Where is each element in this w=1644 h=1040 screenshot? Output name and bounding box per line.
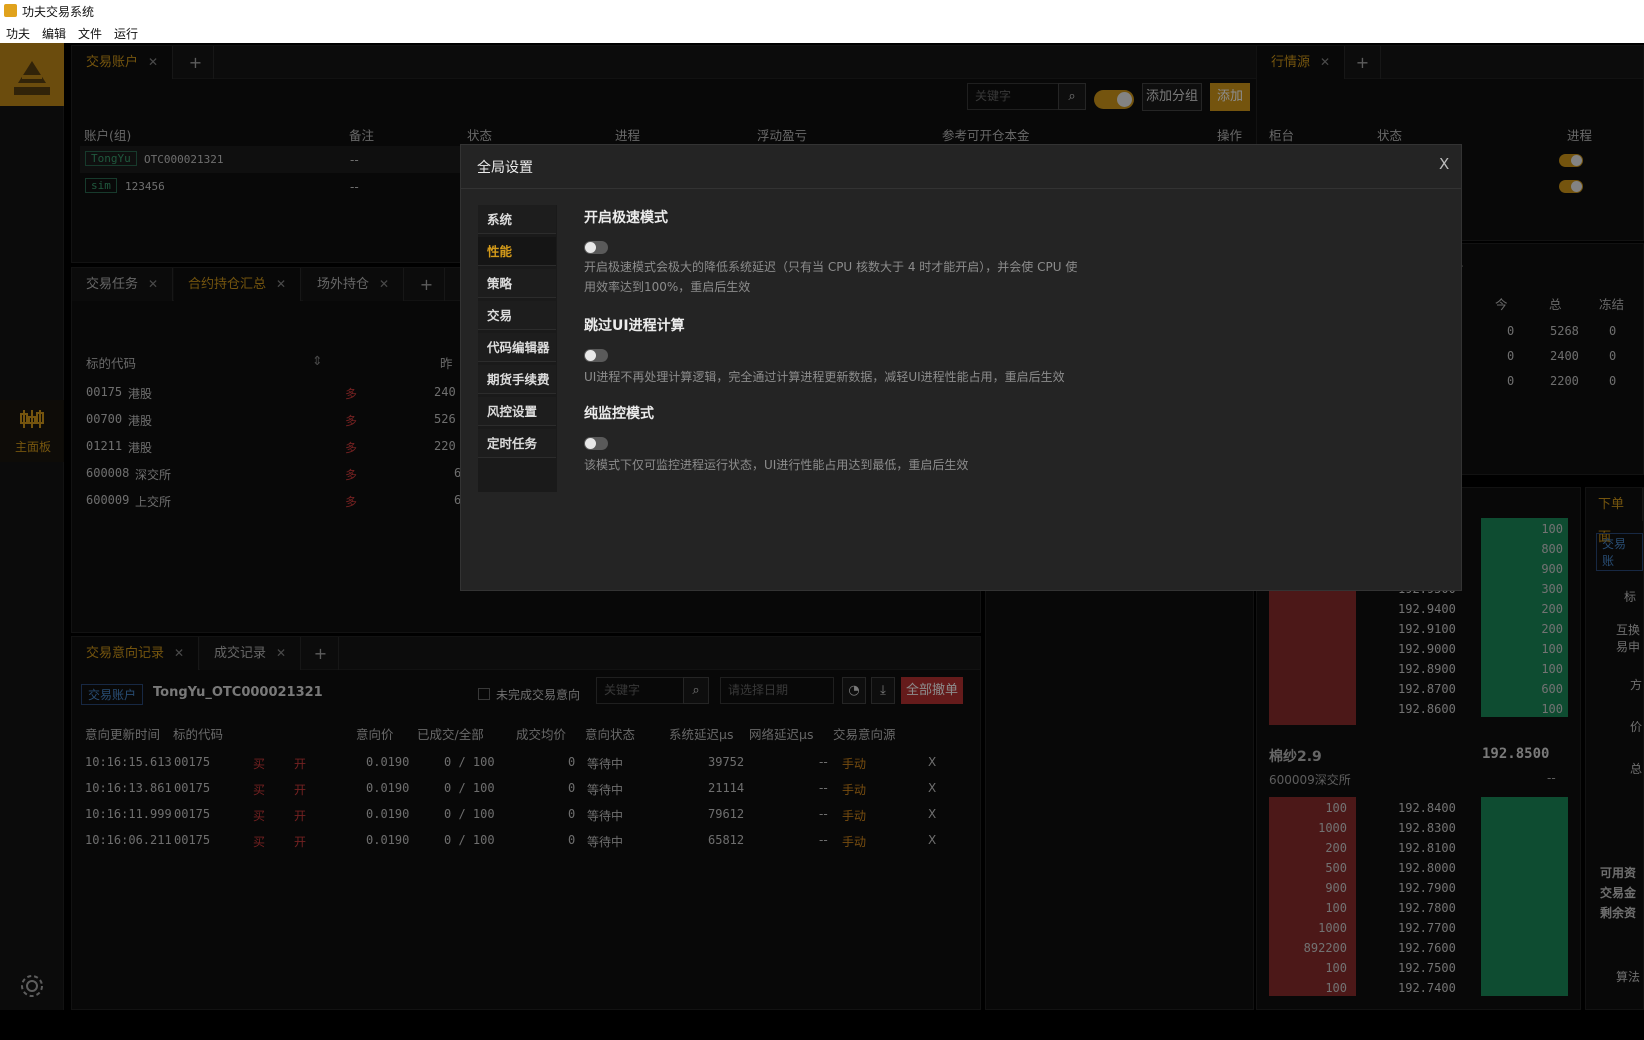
app-logo-icon xyxy=(4,4,17,17)
title-bar: 功夫交易系统 xyxy=(0,0,1644,22)
setting-description: 开启极速模式会极大的降低系统延迟（只有当 CPU 核数大于 4 时才能开启），并… xyxy=(584,260,1078,294)
nav-performance[interactable]: 性能 xyxy=(478,237,556,266)
setting-description: UI进程不再处理计算逻辑，完全通过计算进程更新数据，减轻UI进程性能占用，重启后… xyxy=(584,370,1065,384)
monitor-only-toggle[interactable] xyxy=(584,437,608,450)
close-icon[interactable]: X xyxy=(1439,155,1449,173)
nav-trading[interactable]: 交易 xyxy=(478,301,556,330)
window-title: 功夫交易系统 xyxy=(22,5,95,19)
nav-strategy[interactable]: 策略 xyxy=(478,269,556,298)
nav-scheduled-tasks[interactable]: 定时任务 xyxy=(478,429,556,458)
nav-risk-settings[interactable]: 风控设置 xyxy=(478,397,556,426)
menu-file[interactable]: 文件 xyxy=(78,25,102,42)
setting-description: 该模式下仅可监控进程运行状态，UI进行性能占用达到最低，重启后生效 xyxy=(584,458,969,472)
nav-system[interactable]: 系统 xyxy=(478,205,556,234)
setting-title: 纯监控模式 xyxy=(584,406,654,422)
menu-bar: 功夫 编辑 文件 运行 xyxy=(0,22,1644,43)
setting-title: 跳过UI进程计算 xyxy=(584,318,685,334)
nav-futures-fees[interactable]: 期货手续费 xyxy=(478,365,556,394)
menu-edit[interactable]: 编辑 xyxy=(42,25,66,42)
extreme-speed-toggle[interactable] xyxy=(584,241,608,254)
menu-kungfu[interactable]: 功夫 xyxy=(6,25,30,42)
modal-divider xyxy=(461,188,1461,189)
skip-ui-calc-toggle[interactable] xyxy=(584,349,608,362)
global-settings-modal: 全局设置 X 系统 性能 策略 交易 代码编辑器 期货手续费 风控设置 定时任务… xyxy=(460,144,1462,591)
nav-code-editor[interactable]: 代码编辑器 xyxy=(478,333,556,362)
menu-run[interactable]: 运行 xyxy=(114,25,138,42)
setting-title: 开启极速模式 xyxy=(584,210,668,226)
modal-title: 全局设置 xyxy=(477,160,533,176)
